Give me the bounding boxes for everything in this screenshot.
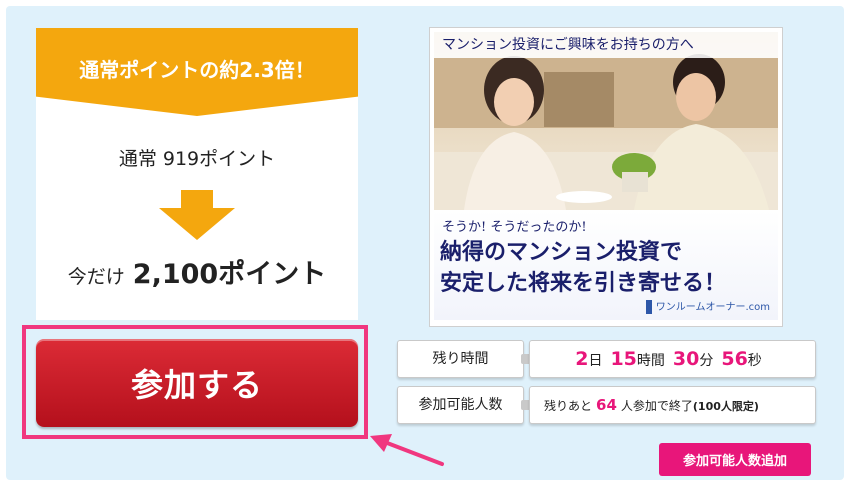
ad-banner[interactable]: マンション投資にご興味をお持ちの方へ そうか! そうだったのか! 納得のマンショ… bbox=[429, 27, 783, 327]
capacity-label: 参加可能人数 bbox=[397, 386, 524, 424]
special-points: 今だけ 2,100ポイント bbox=[36, 252, 358, 291]
days-value: 2 bbox=[575, 348, 589, 370]
minutes-unit: 分 bbox=[699, 353, 714, 369]
seconds-value: 56 bbox=[721, 348, 748, 370]
ad-top-text: マンション投資にご興味をお持ちの方へ bbox=[434, 32, 778, 58]
hours-value: 15 bbox=[610, 348, 637, 370]
join-button[interactable]: 参加する bbox=[36, 339, 358, 427]
ad-headline-1: 納得のマンション投資で bbox=[440, 239, 683, 265]
hours-unit: 時間 bbox=[636, 353, 665, 369]
timer-label: 残り時間 bbox=[397, 340, 524, 378]
down-arrow-icon bbox=[159, 190, 235, 240]
ad-copy-area: そうか! そうだったのか! 納得のマンション投資で 安定した将来を引き寄せる！ … bbox=[434, 210, 778, 320]
ad-tagline: そうか! そうだったのか! bbox=[442, 220, 587, 235]
remaining-count: 64 bbox=[596, 396, 617, 414]
now-points-value: 2,100ポイント bbox=[132, 259, 327, 290]
capacity-suffix: 人参加で終了 bbox=[620, 399, 693, 413]
brand-logo-icon bbox=[645, 300, 652, 314]
capacity-prefix: 残りあと bbox=[544, 399, 593, 413]
capacity-limit: (100人限定) bbox=[692, 400, 759, 413]
now-label: 今だけ bbox=[67, 266, 125, 288]
add-capacity-button[interactable]: 参加可能人数追加 bbox=[659, 443, 811, 476]
ad-photo: マンション投資にご興味をお持ちの方へ bbox=[434, 32, 778, 210]
ad-headline-2: 安定した将来を引き寄せる！ bbox=[440, 270, 727, 296]
seconds-unit: 秒 bbox=[747, 353, 762, 369]
normal-points: 通常 919ポイント bbox=[118, 148, 276, 170]
ad-brand-text: ワンルームオーナー.com bbox=[655, 302, 770, 313]
promo-headline: 通常ポイントの約2.3倍！ bbox=[79, 58, 315, 82]
couple-photo-illustration bbox=[434, 54, 778, 210]
days-unit: 日 bbox=[588, 353, 603, 369]
capacity-info: 残りあと 64 人参加で終了(100人限定) bbox=[529, 386, 816, 424]
minutes-value: 30 bbox=[672, 348, 700, 370]
pointer-arrow-icon bbox=[370, 434, 444, 466]
ad-brand: ワンルームオーナー.com bbox=[645, 298, 770, 314]
countdown-timer: 2日 15時間 30分 56秒 bbox=[529, 340, 816, 378]
